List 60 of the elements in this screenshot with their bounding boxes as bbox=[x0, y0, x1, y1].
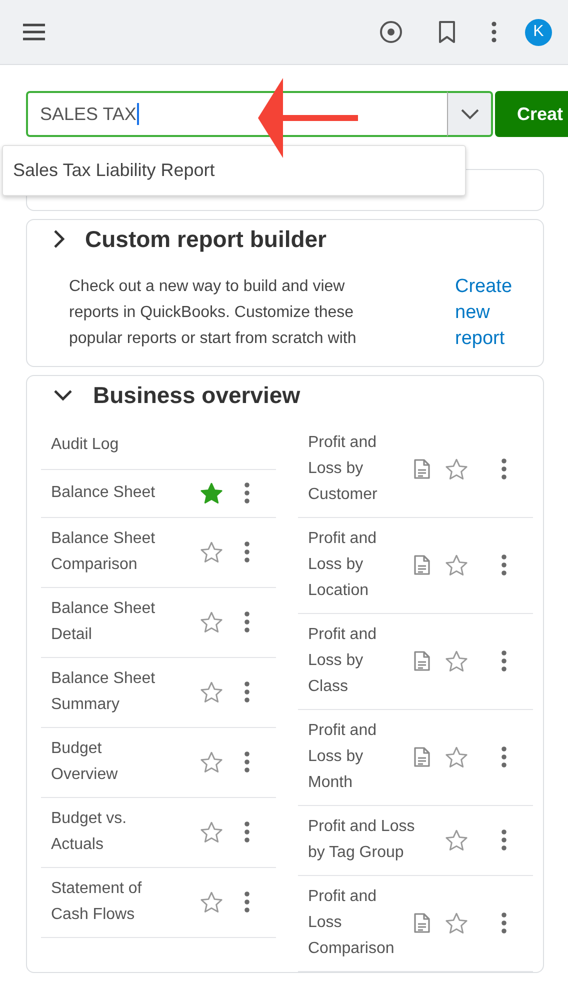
report-name[interactable]: Profit and Loss by Tag Group bbox=[308, 814, 430, 866]
suggestion-item[interactable]: Sales Tax Liability Report bbox=[3, 146, 465, 195]
more-options-icon[interactable] bbox=[244, 481, 250, 505]
report-search-field[interactable]: SALES TAX bbox=[26, 91, 447, 137]
report-name[interactable]: Audit Log bbox=[51, 432, 163, 458]
star-icon[interactable] bbox=[444, 744, 469, 770]
create-report-link[interactable]: Create new report bbox=[455, 274, 529, 352]
star-icon[interactable] bbox=[199, 680, 224, 704]
report-name[interactable]: Budget Overview bbox=[51, 736, 163, 788]
document-icon[interactable] bbox=[412, 554, 432, 576]
star-icon[interactable] bbox=[199, 890, 224, 914]
section-title: Business overview bbox=[93, 382, 300, 408]
target-icon[interactable] bbox=[379, 20, 403, 44]
chevron-down-icon[interactable] bbox=[53, 389, 73, 401]
star-icon[interactable] bbox=[199, 540, 224, 564]
more-options-icon[interactable] bbox=[501, 828, 507, 852]
more-options-icon[interactable] bbox=[244, 680, 250, 704]
document-icon[interactable] bbox=[412, 650, 432, 672]
create-button[interactable]: Creat bbox=[495, 91, 568, 137]
more-options-icon[interactable] bbox=[244, 890, 250, 914]
more-options-icon[interactable] bbox=[501, 649, 507, 673]
report-name[interactable]: Balance Sheet bbox=[51, 480, 163, 506]
star-icon[interactable] bbox=[199, 480, 224, 506]
star-icon[interactable] bbox=[444, 910, 469, 936]
chevron-down-icon bbox=[460, 108, 480, 120]
more-options-icon[interactable] bbox=[244, 750, 250, 774]
description-text: Check out a new way to build and view reports in QuickBooks. Customize these popular reports or start from scratch with bbox=[69, 277, 356, 349]
document-icon[interactable] bbox=[412, 458, 432, 480]
report-name[interactable]: Profit and Loss Comparison bbox=[308, 884, 396, 962]
report-name[interactable]: Balance Sheet Summary bbox=[51, 666, 163, 718]
star-icon[interactable] bbox=[444, 552, 469, 578]
more-options-icon[interactable] bbox=[244, 540, 250, 564]
star-icon[interactable] bbox=[199, 610, 224, 634]
star-icon[interactable] bbox=[199, 820, 224, 844]
report-name[interactable]: Profit and Loss by Location bbox=[308, 526, 396, 604]
report-name[interactable]: Budget vs. Actuals bbox=[51, 806, 163, 858]
more-options-icon[interactable] bbox=[244, 610, 250, 634]
more-options-icon[interactable] bbox=[491, 21, 497, 43]
report-name[interactable]: Balance Sheet Comparison bbox=[51, 526, 163, 578]
report-name[interactable]: Balance Sheet Detail bbox=[51, 596, 163, 648]
star-icon[interactable] bbox=[444, 828, 469, 852]
report-name[interactable]: Statement of Cash Flows bbox=[51, 876, 163, 928]
report-name[interactable]: Profit and Loss by Class bbox=[308, 622, 396, 700]
star-icon[interactable] bbox=[199, 750, 224, 774]
section-title: Custom report builder bbox=[85, 226, 327, 252]
star-icon[interactable] bbox=[444, 456, 469, 482]
document-icon[interactable] bbox=[412, 912, 432, 934]
document-icon[interactable] bbox=[412, 746, 432, 768]
report-name[interactable]: Profit and Loss by Customer bbox=[308, 430, 396, 508]
more-options-icon[interactable] bbox=[244, 820, 250, 844]
more-options-icon[interactable] bbox=[501, 457, 507, 481]
more-options-icon[interactable] bbox=[501, 553, 507, 577]
more-options-icon[interactable] bbox=[501, 745, 507, 769]
chevron-right-icon[interactable] bbox=[53, 229, 65, 249]
menu-icon[interactable] bbox=[22, 23, 46, 41]
report-name[interactable]: Profit and Loss by Month bbox=[308, 718, 396, 796]
avatar[interactable]: K bbox=[525, 18, 552, 46]
bookmark-icon[interactable] bbox=[437, 20, 457, 44]
star-icon[interactable] bbox=[444, 648, 469, 674]
more-options-icon[interactable] bbox=[501, 911, 507, 935]
